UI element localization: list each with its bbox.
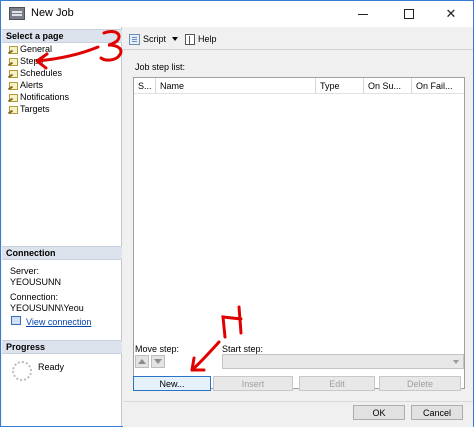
column-header-name[interactable]: Name [156, 78, 316, 94]
sidebar-item-schedules[interactable]: Schedules [8, 67, 62, 79]
sidebar-item-label: Targets [20, 104, 50, 114]
script-label: Script [143, 34, 167, 44]
view-connection-icon [11, 316, 21, 325]
move-step-up-button[interactable] [135, 355, 149, 368]
minimize-icon [358, 13, 368, 15]
progress-spinner-icon [12, 361, 32, 381]
sidebar-item-label: Schedules [20, 68, 63, 78]
sidebar-item-targets[interactable]: Targets [8, 103, 50, 115]
ok-button[interactable]: OK [353, 405, 405, 420]
connection-label: Connection: [10, 292, 59, 302]
arrow-down-icon [154, 359, 162, 364]
sidebar-item-alerts[interactable]: Alerts [8, 79, 43, 91]
connection-header: Connection [2, 246, 122, 260]
chevron-down-icon[interactable] [172, 37, 179, 41]
start-step-dropdown[interactable] [222, 354, 464, 369]
view-connection-link[interactable]: View connection [26, 317, 91, 328]
new-job-window: New Job ✕ Select a page General Steps Sc… [0, 0, 474, 427]
window-title: New Job [31, 7, 74, 19]
column-header-step[interactable]: S... [134, 78, 156, 94]
column-header-on-success[interactable]: On Su... [364, 78, 412, 94]
help-icon [185, 33, 195, 45]
server-label: Server: [10, 266, 40, 276]
title-bar: New Job ✕ [1, 1, 473, 27]
arrow-up-icon [138, 359, 146, 364]
progress-status: Ready [38, 362, 65, 372]
page-icon [8, 105, 18, 114]
delete-step-button[interactable]: Delete [379, 376, 461, 391]
chevron-down-icon [453, 360, 459, 364]
script-icon [129, 33, 140, 45]
page-icon [8, 81, 18, 90]
toolbar: Script Help [123, 28, 473, 50]
connection-value: YEOUSUNN\Yeou [10, 303, 84, 313]
insert-step-button[interactable]: Insert [213, 376, 293, 391]
move-step-label: Move step: [135, 344, 180, 354]
column-header-on-failure[interactable]: On Fail... [412, 78, 464, 94]
maximize-button[interactable] [387, 1, 431, 27]
new-step-button[interactable]: New... [133, 376, 211, 391]
sidebar-item-label: Notifications [20, 92, 70, 102]
start-step-label: Start step: [222, 344, 264, 354]
cancel-button[interactable]: Cancel [411, 405, 463, 420]
edit-step-button[interactable]: Edit [299, 376, 375, 391]
grid-header: S... Name Type On Su... On Fail... [134, 78, 464, 94]
help-label: Help [198, 34, 217, 44]
job-step-grid[interactable]: S... Name Type On Su... On Fail... [133, 77, 465, 389]
sidebar-item-label: Alerts [20, 80, 44, 90]
left-pane: Select a page General Steps Schedules Al… [2, 27, 122, 426]
maximize-icon [404, 9, 414, 19]
page-icon [8, 45, 18, 54]
minimize-button[interactable] [341, 1, 385, 27]
progress-header: Progress [2, 340, 122, 354]
sidebar-item-steps[interactable]: Steps [8, 55, 43, 67]
app-icon [9, 7, 25, 20]
close-icon: ✕ [445, 6, 457, 21]
page-icon [8, 93, 18, 102]
sidebar-item-label: Steps [20, 56, 44, 66]
select-page-header: Select a page [2, 29, 122, 43]
page-icon [8, 69, 18, 78]
page-icon [8, 57, 18, 66]
sidebar-item-general[interactable]: General [8, 43, 52, 55]
sidebar-item-notifications[interactable]: Notifications [8, 91, 69, 103]
sidebar-item-label: General [20, 44, 53, 54]
script-button[interactable]: Script [129, 32, 179, 46]
column-header-type[interactable]: Type [316, 78, 364, 94]
server-value: YEOUSUNN [10, 277, 62, 287]
move-step-down-button[interactable] [151, 355, 165, 368]
job-step-list-label: Job step list: [135, 62, 186, 72]
close-button[interactable]: ✕ [429, 1, 473, 27]
help-button[interactable]: Help [185, 32, 217, 46]
